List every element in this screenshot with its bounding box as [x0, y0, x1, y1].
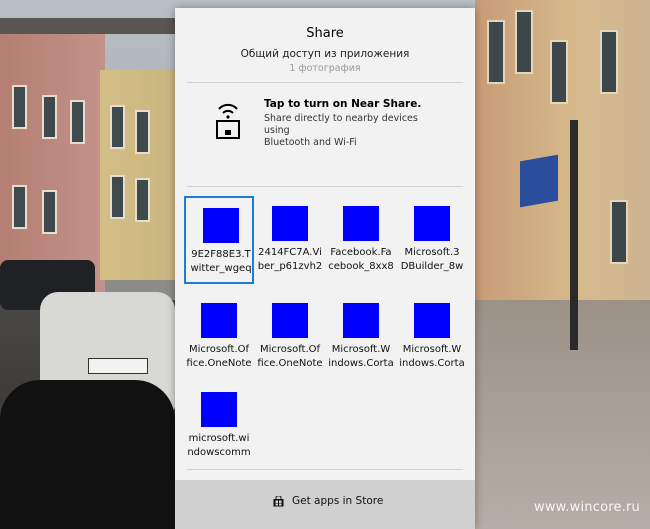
window — [110, 105, 125, 149]
app-twitter[interactable]: 9E2F88E3.T witter_wgeq — [184, 196, 254, 284]
share-title: Share — [306, 26, 344, 41]
app-viber[interactable]: 2414FC7A.Vi ber_p61zvh2 — [255, 196, 325, 284]
window — [135, 178, 150, 222]
app-name: microsoft.wi ndowscomm — [187, 433, 251, 458]
street-sign — [520, 154, 558, 208]
share-panel: Share Общий доступ из приложения 1 фотог… — [175, 8, 475, 529]
app-tile-icon — [343, 303, 379, 338]
window — [110, 175, 125, 219]
window — [515, 10, 533, 74]
license-plate — [88, 358, 148, 374]
divider — [187, 82, 463, 83]
get-apps-in-store-button[interactable]: Get apps in Store — [175, 480, 475, 529]
window — [70, 100, 85, 144]
app-name: 2414FC7A.Vi ber_p61zvh2 — [257, 247, 323, 272]
near-share-desc-line1: Share directly to nearby devices using — [264, 113, 418, 136]
photo-count: 1 фотография — [289, 63, 361, 74]
app-name: Microsoft.Of fice.OneNote — [257, 344, 323, 369]
app-facebook[interactable]: Facebook.Fa cebook_8xx8 — [326, 196, 396, 284]
window — [42, 190, 57, 234]
window — [12, 185, 27, 229]
app-name: 9E2F88E3.T witter_wgeq — [190, 249, 252, 274]
near-share-desc-line2: Bluetooth and Wi-Fi — [264, 137, 357, 148]
window — [135, 110, 150, 154]
app-name: Microsoft.3 DBuilder_8w — [400, 247, 464, 272]
store-icon — [273, 496, 284, 507]
divider — [187, 469, 463, 470]
window — [610, 200, 628, 264]
watermark: www.wincore.ru — [534, 500, 640, 515]
app-tile-icon — [203, 208, 239, 243]
app-tile-icon — [272, 206, 308, 241]
app-tile-icon — [272, 303, 308, 338]
lamp-pole — [570, 120, 578, 350]
window — [487, 20, 505, 84]
roof — [0, 18, 175, 34]
near-share-description: Share directly to nearby devices using B… — [264, 113, 444, 149]
divider — [187, 186, 463, 187]
app-onenote-1[interactable]: Microsoft.Of fice.OneNote — [184, 293, 254, 381]
window — [42, 95, 57, 139]
store-button-label: Get apps in Store — [292, 495, 384, 507]
app-name: Microsoft.Of fice.OneNote — [186, 344, 252, 369]
sidewalk — [475, 300, 650, 529]
near-share-title[interactable]: Tap to turn on Near Share. — [264, 98, 421, 110]
window — [550, 40, 568, 104]
app-tile-icon — [201, 303, 237, 338]
app-cortana-2[interactable]: Microsoft.W indows.Corta — [397, 293, 467, 381]
app-tile-icon — [414, 206, 450, 241]
app-tile-icon — [343, 206, 379, 241]
window — [600, 30, 618, 94]
window — [12, 85, 27, 129]
app-name: Microsoft.W indows.Corta — [328, 344, 394, 369]
app-3dbuilder[interactable]: Microsoft.3 DBuilder_8w — [397, 196, 467, 284]
near-share-icon[interactable] — [213, 100, 243, 140]
share-subtitle: Общий доступ из приложения — [240, 48, 410, 60]
black-car-foreground — [0, 380, 175, 529]
app-onenote-2[interactable]: Microsoft.Of fice.OneNote — [255, 293, 325, 381]
app-tile-icon — [414, 303, 450, 338]
app-name: Microsoft.W indows.Corta — [399, 344, 465, 369]
app-name: Facebook.Fa cebook_8xx8 — [328, 247, 394, 272]
app-windowscommunications[interactable]: microsoft.wi ndowscomm — [184, 382, 254, 470]
app-tile-icon — [201, 392, 237, 427]
app-cortana-1[interactable]: Microsoft.W indows.Corta — [326, 293, 396, 381]
